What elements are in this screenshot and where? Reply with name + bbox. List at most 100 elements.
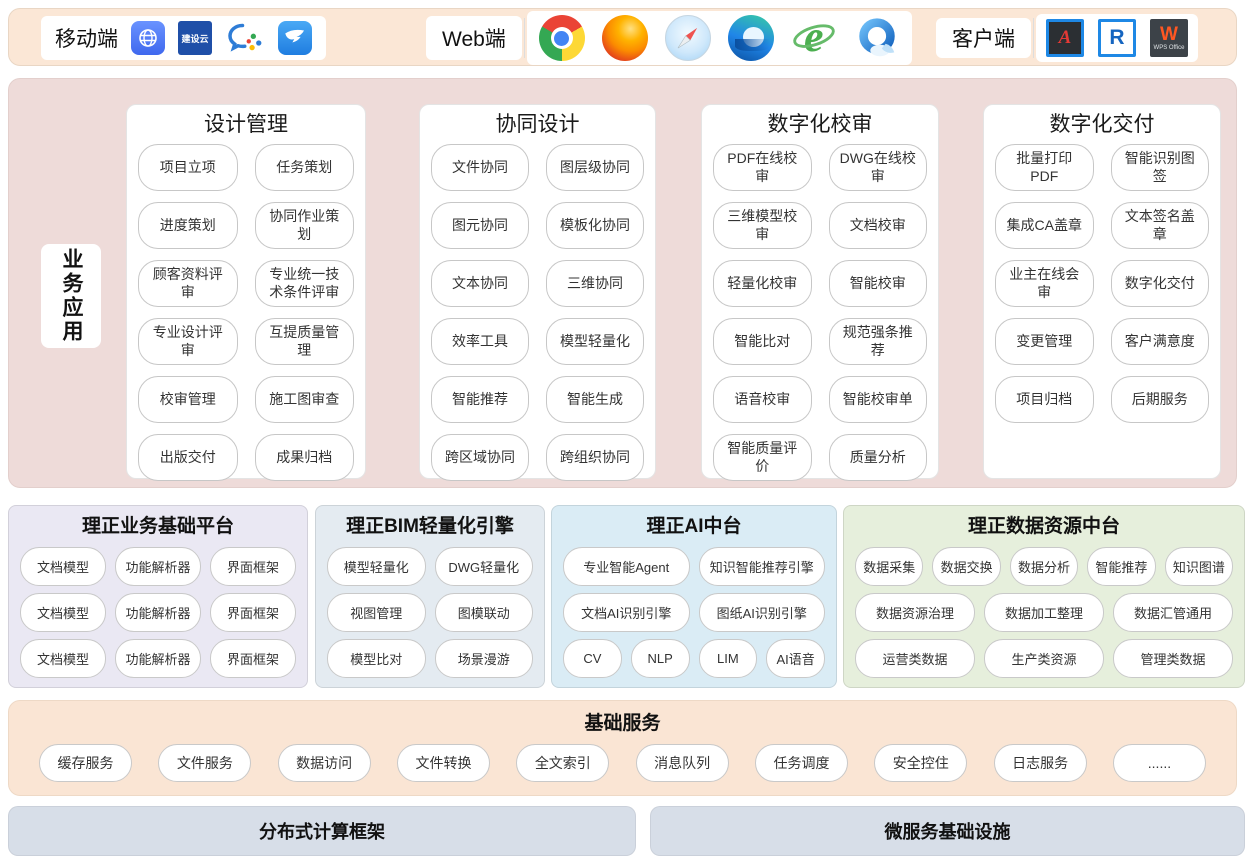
firefox-icon (602, 15, 648, 61)
platform-item: 数据加工整理 (984, 593, 1104, 632)
business-item: 互提质量管理 (255, 318, 355, 365)
mobile-browser-icon (131, 21, 165, 55)
platform-block: 理正BIM轻量化引擎模型轻量化DWG轻量化视图管理图模联动模型比对场景漫游 (315, 505, 545, 688)
platform-item: 知识智能推荐引擎 (699, 547, 826, 586)
business-item: DWG在线校审 (829, 144, 928, 191)
client-icons-box: A R W WPS Office (1036, 14, 1198, 62)
platform-item: 文档模型 (20, 593, 106, 632)
platform-item: 数据交换 (932, 547, 1000, 586)
platform-rows: 数据采集数据交换数据分析智能推荐知识图谱数据资源治理数据加工整理数据汇管通用运营… (855, 547, 1233, 678)
platform-rows: 文档模型功能解析器界面框架文档模型功能解析器界面框架文档模型功能解析器界面框架 (20, 547, 296, 678)
client-group: 客户端 A R W WPS Office (936, 16, 1198, 60)
business-item: 批量打印PDF (995, 144, 1094, 191)
business-item: 效率工具 (431, 318, 529, 365)
platform-item: 图模联动 (435, 593, 534, 632)
distributed-computing-label: 分布式计算框架 (259, 818, 385, 844)
mobile-group: 移动端 建设云 (41, 16, 326, 60)
service-item: ...... (1113, 744, 1206, 782)
wechat-work-icon (225, 18, 265, 58)
platform-row: 文档AI识别引擎图纸AI识别引擎 (563, 593, 825, 632)
business-item: 出版交付 (138, 434, 238, 481)
platform-title: 理正AI中台 (563, 514, 825, 542)
business-item: 智能识别图签 (1111, 144, 1210, 191)
platform-block: 理正业务基础平台文档模型功能解析器界面框架文档模型功能解析器界面框架文档模型功能… (8, 505, 308, 688)
platform-item: 文档模型 (20, 547, 106, 586)
platform-row: 文档模型功能解析器界面框架 (20, 547, 296, 586)
platform-row: CVNLPLIMAI语音 (563, 639, 825, 678)
platform-item: 界面框架 (210, 639, 296, 678)
business-item: 客户满意度 (1111, 318, 1210, 365)
business-item: 智能质量评价 (713, 434, 812, 481)
microservices-infra-label: 微服务基础设施 (885, 818, 1011, 844)
platform-row: 数据采集数据交换数据分析智能推荐知识图谱 (855, 547, 1233, 586)
jiansheyun-icon: 建设云 (178, 21, 212, 55)
business-column: 设计管理项目立项任务策划进度策划协同作业策划顾客资料评审专业统一技术条件评审专业… (126, 104, 366, 479)
business-item: 数字化交付 (1111, 260, 1210, 307)
web-group: Web端 e (426, 16, 912, 60)
business-item: 施工图审查 (255, 376, 355, 423)
business-item: 文档校审 (829, 202, 928, 249)
business-column-title: 数字化校审 (713, 111, 927, 141)
platform-item: 图纸AI识别引擎 (699, 593, 826, 632)
business-item: 模板化协同 (546, 202, 644, 249)
autocad-icon: A (1046, 19, 1084, 57)
business-item: PDF在线校审 (713, 144, 812, 191)
jiansheyun-text: 建设云 (181, 32, 208, 45)
platform-rows: 模型轻量化DWG轻量化视图管理图模联动模型比对场景漫游 (327, 547, 533, 678)
platform-title: 理正数据资源中台 (855, 514, 1233, 542)
business-item: 后期服务 (1111, 376, 1210, 423)
platform-item: 智能推荐 (1087, 547, 1155, 586)
chrome-icon (539, 15, 585, 61)
business-column-items: 批量打印PDF智能识别图签集成CA盖章文本签名盖章业主在线会审数字化交付变更管理… (995, 144, 1209, 423)
service-item: 消息队列 (636, 744, 729, 782)
business-column-title: 数字化交付 (995, 111, 1209, 141)
platform-item: NLP (631, 639, 690, 678)
platform-item: 文档AI识别引擎 (563, 593, 690, 632)
safari-icon (665, 15, 711, 61)
client-label: 客户端 (952, 23, 1015, 53)
business-column-items: 项目立项任务策划进度策划协同作业策划顾客资料评审专业统一技术条件评审专业设计评审… (138, 144, 354, 481)
business-item: 跨组织协同 (546, 434, 644, 481)
business-item: 智能校审单 (829, 376, 928, 423)
business-column-title: 协同设计 (431, 111, 644, 141)
platform-item: 界面框架 (210, 593, 296, 632)
business-item: 任务策划 (255, 144, 355, 191)
platform-item: 知识图谱 (1165, 547, 1233, 586)
platform-item: AI语音 (766, 639, 825, 678)
business-item: 业主在线会审 (995, 260, 1094, 307)
mobile-label: 移动端 (55, 23, 118, 53)
wps-icon: W WPS Office (1150, 19, 1188, 57)
platform-row: 视图管理图模联动 (327, 593, 533, 632)
business-item: 智能推荐 (431, 376, 529, 423)
microservices-infra-bar: 微服务基础设施 (650, 806, 1245, 856)
dingtalk-icon (278, 21, 312, 55)
business-item: 轻量化校审 (713, 260, 812, 307)
platform-title: 理正业务基础平台 (20, 514, 296, 542)
business-application-section: 业务应用 设计管理项目立项任务策划进度策划协同作业策划顾客资料评审专业统一技术条… (8, 78, 1237, 488)
platform-title: 理正BIM轻量化引擎 (327, 514, 533, 542)
platform-item: 文档模型 (20, 639, 106, 678)
client-label-box: 客户端 (936, 18, 1031, 58)
business-column: 协同设计文件协同图层级协同图元协同模板化协同文本协同三维协同效率工具模型轻量化智… (419, 104, 656, 479)
wps-text: WPS Office (1154, 45, 1185, 51)
platform-item: 数据采集 (855, 547, 923, 586)
basic-services-row: 缓存服务文件服务数据访问文件转换全文索引消息队列任务调度安全控住日志服务....… (39, 744, 1206, 782)
business-item: 专业统一技术条件评审 (255, 260, 355, 307)
service-item: 数据访问 (278, 744, 371, 782)
business-item: 项目立项 (138, 144, 238, 191)
business-item: 规范强条推荐 (829, 318, 928, 365)
access-layer-bar: 移动端 建设云 (8, 8, 1237, 66)
business-item: 图元协同 (431, 202, 529, 249)
service-item: 安全控住 (874, 744, 967, 782)
service-item: 全文索引 (516, 744, 609, 782)
edge-icon (728, 15, 774, 61)
platform-item: 数据分析 (1010, 547, 1078, 586)
web-label: Web端 (442, 23, 506, 53)
distributed-computing-bar: 分布式计算框架 (8, 806, 636, 856)
business-item: 语音校审 (713, 376, 812, 423)
platform-row: 运营类数据生产类资源管理类数据 (855, 639, 1233, 678)
business-item: 图层级协同 (546, 144, 644, 191)
business-item: 智能比对 (713, 318, 812, 365)
platform-block: 理正AI中台专业智能Agent知识智能推荐引擎文档AI识别引擎图纸AI识别引擎C… (551, 505, 837, 688)
basic-services-section: 基础服务 缓存服务文件服务数据访问文件转换全文索引消息队列任务调度安全控住日志服… (8, 700, 1237, 796)
